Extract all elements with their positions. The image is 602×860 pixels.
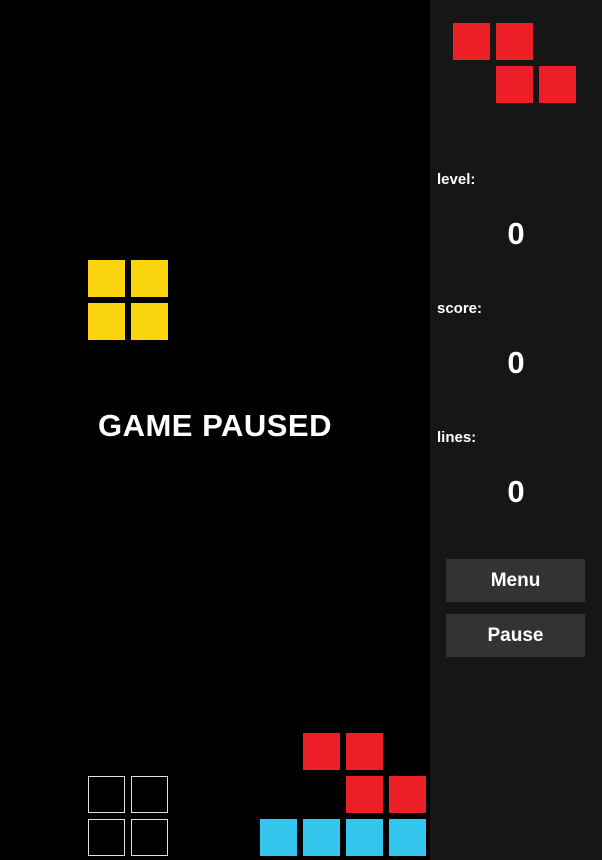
settled-block	[346, 819, 383, 856]
ghost-piece-block	[88, 776, 125, 813]
game-paused-text: GAME PAUSED	[97, 408, 332, 443]
next-piece-block	[453, 23, 490, 60]
lines-label: lines:	[437, 429, 477, 446]
score-value: 0	[507, 345, 525, 380]
ghost-piece-block	[88, 819, 125, 856]
settled-block	[389, 776, 426, 813]
settled-block	[303, 733, 340, 770]
next-piece-block	[539, 66, 576, 103]
ghost-piece-block	[131, 819, 168, 856]
settled-block	[346, 776, 383, 813]
game-board: GAME PAUSED	[0, 0, 430, 860]
settled-block	[346, 733, 383, 770]
pause-button[interactable]: Pause	[446, 614, 585, 657]
active-piece-block	[88, 260, 125, 297]
settled-block	[260, 819, 297, 856]
menu-button[interactable]: Menu	[446, 559, 585, 602]
level-label: level:	[437, 171, 476, 188]
active-piece-block	[88, 303, 125, 340]
sidebar: level: 0 score: 0 lines: 0 Menu Pause	[430, 0, 602, 860]
active-piece-block	[131, 303, 168, 340]
settled-block	[303, 819, 340, 856]
next-piece-block	[496, 66, 533, 103]
active-piece-block	[131, 260, 168, 297]
ghost-piece-block	[131, 776, 168, 813]
next-piece-block	[496, 23, 533, 60]
score-label: score:	[437, 300, 483, 317]
level-value: 0	[507, 216, 525, 251]
settled-block	[389, 819, 426, 856]
lines-value: 0	[507, 474, 525, 509]
